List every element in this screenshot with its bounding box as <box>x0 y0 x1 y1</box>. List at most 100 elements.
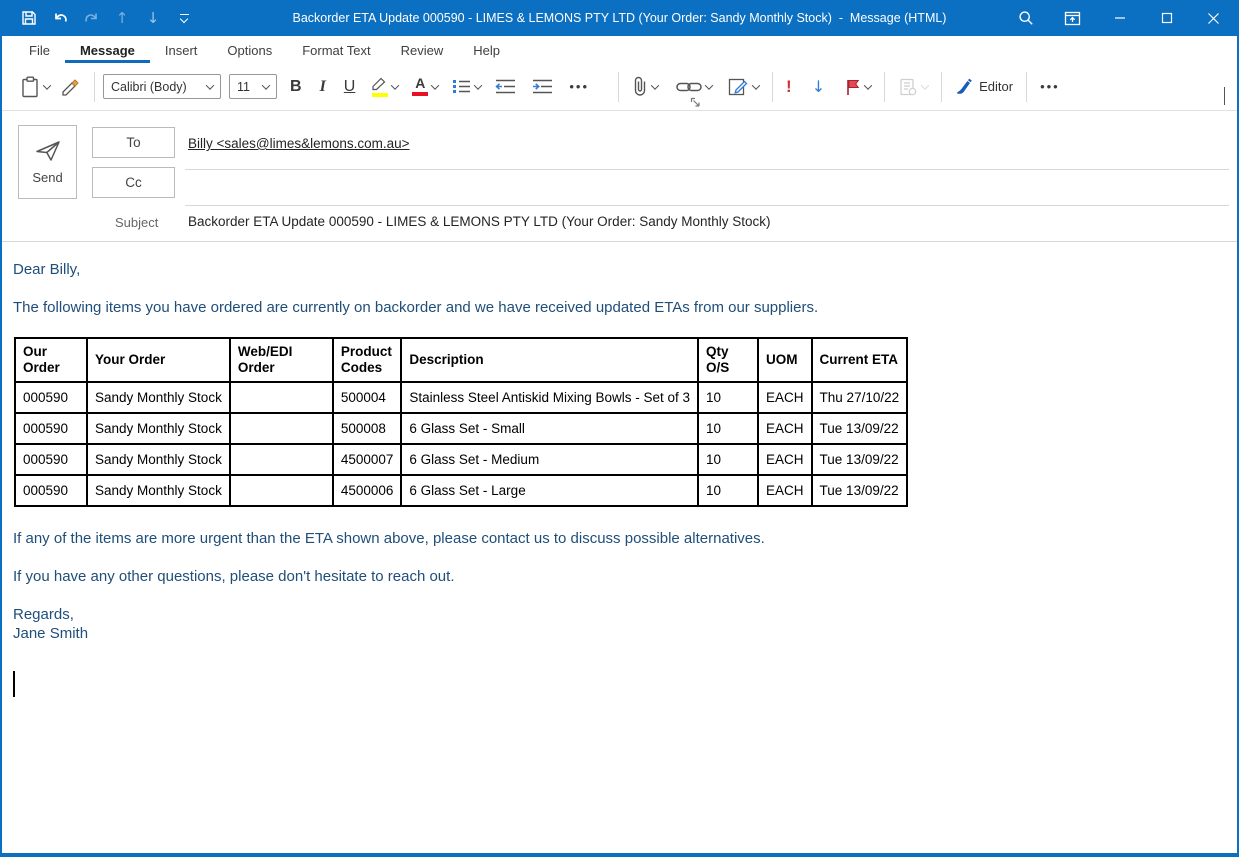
cc-button[interactable]: Cc <box>92 167 175 198</box>
more-formatting-button[interactable]: ••• <box>564 76 594 97</box>
follow-up-flag-button[interactable] <box>840 74 876 100</box>
redo-button[interactable] <box>80 7 102 29</box>
table-cell[interactable]: Sandy Monthly Stock <box>87 444 230 475</box>
table-cell[interactable]: 000590 <box>15 444 87 475</box>
message-body-editor[interactable]: Dear Billy, The following items you have… <box>2 242 1237 853</box>
table-cell[interactable] <box>230 444 333 475</box>
dialog-launcher-button[interactable] <box>690 97 701 108</box>
maximize-icon <box>1161 12 1173 24</box>
table-cell[interactable]: Tue 13/09/22 <box>812 475 908 506</box>
tab-file[interactable]: File <box>14 36 65 63</box>
collapse-ribbon-button[interactable] <box>1224 87 1225 105</box>
table-header-cell[interactable]: Qty O/S <box>698 338 758 382</box>
tab-format-text[interactable]: Format Text <box>287 36 385 63</box>
high-importance-button[interactable]: ! <box>781 74 797 99</box>
table-header-cell[interactable]: Product Codes <box>333 338 402 382</box>
italic-button[interactable]: I <box>315 75 331 99</box>
table-cell[interactable]: 4500007 <box>333 444 402 475</box>
undo-button[interactable] <box>49 7 71 29</box>
insert-link-button[interactable] <box>671 76 717 98</box>
table-cell[interactable]: Tue 13/09/22 <box>812 413 908 444</box>
title-bar: ↑ ↓ Backorder ETA Update 000590 - LIMES … <box>2 0 1237 36</box>
table-cell[interactable]: Stainless Steel Antiskid Mixing Bowls - … <box>401 382 698 413</box>
table-header-cell[interactable]: UOM <box>758 338 812 382</box>
table-cell[interactable]: EACH <box>758 382 812 413</box>
to-field[interactable] <box>185 169 1229 170</box>
tab-insert[interactable]: Insert <box>150 36 213 63</box>
font-size-combo[interactable]: 11 <box>229 74 277 99</box>
tab-options[interactable]: Options <box>212 36 287 63</box>
increase-indent-icon <box>532 78 553 95</box>
table-cell[interactable] <box>230 413 333 444</box>
save-button[interactable] <box>18 7 40 29</box>
font-name-combo[interactable]: Calibri (Body) <box>103 74 221 99</box>
ribbon-display-options-button[interactable] <box>1049 0 1096 36</box>
table-cell[interactable]: 500004 <box>333 382 402 413</box>
bullets-button[interactable] <box>447 74 486 99</box>
table-cell[interactable]: 6 Glass Set - Medium <box>401 444 698 475</box>
table-cell[interactable]: 6 Glass Set - Small <box>401 413 698 444</box>
signature-text[interactable]: Jane Smith <box>13 624 1227 643</box>
minimize-button[interactable] <box>1096 0 1143 36</box>
underline-button[interactable]: U <box>339 75 361 99</box>
greeting-text[interactable]: Dear Billy, <box>13 260 1227 279</box>
table-cell[interactable]: 4500006 <box>333 475 402 506</box>
backorder-table[interactable]: Our Order Your Order Web/EDI Order Produ… <box>14 337 908 507</box>
increase-indent-button[interactable] <box>527 74 558 99</box>
table-header-cell[interactable]: Our Order <box>15 338 87 382</box>
customize-quick-access-button[interactable] <box>173 7 195 29</box>
table-cell[interactable]: 6 Glass Set - Large <box>401 475 698 506</box>
low-importance-button[interactable]: ↓ <box>807 75 830 99</box>
table-cell[interactable]: 000590 <box>15 382 87 413</box>
table-cell[interactable]: 10 <box>698 382 758 413</box>
outro-text-1[interactable]: If any of the items are more urgent than… <box>13 529 1227 548</box>
table-cell[interactable]: Sandy Monthly Stock <box>87 475 230 506</box>
paste-button[interactable] <box>16 72 55 102</box>
tab-message[interactable]: Message <box>65 36 150 63</box>
table-cell[interactable]: 10 <box>698 475 758 506</box>
tab-review[interactable]: Review <box>386 36 459 63</box>
cc-field[interactable] <box>185 205 1229 206</box>
outro-text-2[interactable]: If you have any other questions, please … <box>13 567 1227 586</box>
table-cell[interactable]: Thu 27/10/22 <box>812 382 908 413</box>
table-cell[interactable]: EACH <box>758 413 812 444</box>
table-cell[interactable] <box>230 382 333 413</box>
table-cell[interactable]: 10 <box>698 413 758 444</box>
table-cell[interactable]: 000590 <box>15 413 87 444</box>
attach-file-button[interactable] <box>627 72 663 101</box>
to-recipient-link[interactable]: Billy <sales@limes&lemons.com.au> <box>188 136 410 151</box>
table-header-cell[interactable]: Description <box>401 338 698 382</box>
table-cell[interactable]: Tue 13/09/22 <box>812 444 908 475</box>
decrease-indent-button[interactable] <box>490 74 521 99</box>
send-button[interactable]: Send <box>18 125 77 199</box>
table-cell[interactable] <box>230 475 333 506</box>
close-button[interactable] <box>1190 0 1237 36</box>
previous-item-button[interactable]: ↑ <box>111 7 133 29</box>
decrease-indent-icon <box>495 78 516 95</box>
text-highlight-color-button[interactable] <box>366 73 403 101</box>
table-header-cell[interactable]: Web/EDI Order <box>230 338 333 382</box>
maximize-button[interactable] <box>1143 0 1190 36</box>
table-cell[interactable]: 500008 <box>333 413 402 444</box>
bold-button[interactable]: B <box>285 75 307 99</box>
intro-text[interactable]: The following items you have ordered are… <box>13 298 1227 317</box>
table-cell[interactable]: Sandy Monthly Stock <box>87 413 230 444</box>
editor-button[interactable]: Editor <box>950 74 1018 100</box>
next-item-button[interactable]: ↓ <box>142 7 164 29</box>
to-button[interactable]: To <box>92 127 175 158</box>
table-cell[interactable]: EACH <box>758 475 812 506</box>
tab-help[interactable]: Help <box>458 36 515 63</box>
table-header-cell[interactable]: Your Order <box>87 338 230 382</box>
table-cell[interactable]: 000590 <box>15 475 87 506</box>
table-cell[interactable]: EACH <box>758 444 812 475</box>
format-painter-button[interactable] <box>55 73 86 101</box>
search-button[interactable] <box>1002 0 1049 36</box>
table-cell[interactable]: 10 <box>698 444 758 475</box>
table-cell[interactable]: Sandy Monthly Stock <box>87 382 230 413</box>
signature-button[interactable] <box>723 73 764 101</box>
more-commands-button[interactable]: ••• <box>1035 76 1065 97</box>
font-color-button[interactable]: A <box>407 73 443 100</box>
regards-text[interactable]: Regards, <box>13 605 1227 624</box>
subject-field[interactable]: Backorder ETA Update 000590 - LIMES & LE… <box>188 214 771 229</box>
table-header-cell[interactable]: Current ETA <box>812 338 908 382</box>
